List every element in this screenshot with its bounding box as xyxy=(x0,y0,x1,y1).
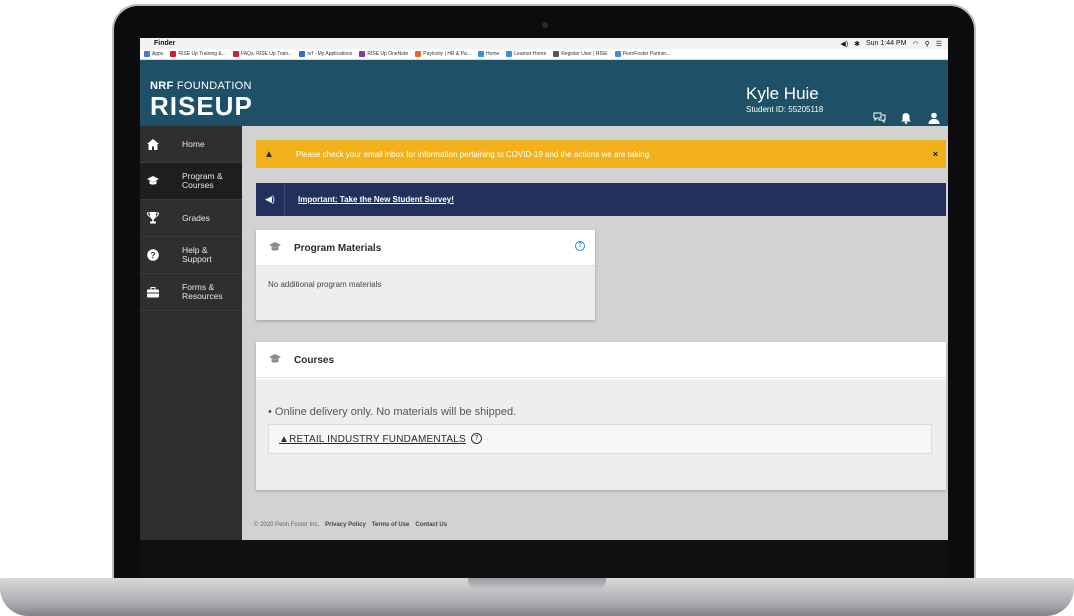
bookmark-favicon-icon xyxy=(170,51,177,57)
course-link[interactable]: ▲RETAIL INDUSTRY FUNDAMENTALS xyxy=(279,434,466,445)
bookmark-item[interactable]: Register User | RISE xyxy=(553,51,608,57)
bookmark-label: FAQs: RISE Up Train... xyxy=(240,51,293,57)
user-name: Kyle Huie xyxy=(746,84,819,103)
bookmark-favicon-icon xyxy=(553,51,560,57)
graduation-cap-icon xyxy=(269,242,281,255)
card-body: No additional program materials xyxy=(256,266,595,320)
bell-icon[interactable] xyxy=(900,112,912,127)
divider xyxy=(284,183,285,216)
bookmark-label: RISE Up OneNote xyxy=(367,51,409,57)
card-header: Program Materials ? xyxy=(256,230,595,266)
question-icon: ? xyxy=(147,249,159,261)
bookmark-favicon-icon xyxy=(506,51,513,57)
student-id: Student ID: 55205118 xyxy=(746,105,824,114)
terms-of-use-link[interactable]: Terms of Use xyxy=(372,522,410,528)
bookmark-favicon-icon xyxy=(144,51,150,57)
help-icon[interactable]: ? xyxy=(575,241,585,251)
bookmark-label: PennFoster Partner... xyxy=(622,51,671,57)
bookmark-label: Paylocity | HR & Pa... xyxy=(423,51,471,57)
menubar-app-name[interactable]: Finder xyxy=(154,40,175,47)
courses-card: Courses • Online delivery only. No mater… xyxy=(256,342,946,490)
camera xyxy=(542,22,548,28)
screen: Finder ◀) ✱ Sun 1:44 PM ◠ ⚲ ☰ Apps RISE U… xyxy=(140,38,948,540)
bookmark-item[interactable]: Apps xyxy=(144,51,163,57)
bookmark-favicon-icon xyxy=(477,51,484,57)
sidebar-item-label: Home xyxy=(182,138,205,149)
sidebar-item-help-support[interactable]: ? Help & Support xyxy=(140,237,242,274)
volume-icon[interactable]: ◀) xyxy=(840,40,848,48)
menubar-clock[interactable]: Sun 1:44 PM xyxy=(866,40,906,47)
bookmark-item[interactable]: nrf - My Applications xyxy=(299,51,352,57)
chat-icon[interactable] xyxy=(873,112,886,126)
laptop-notch xyxy=(468,578,606,590)
bookmark-favicon-icon xyxy=(614,51,621,57)
sidebar-item-label: Help & Support xyxy=(182,245,212,264)
survey-alert: ◀) Important: Take the New Student Surve… xyxy=(256,183,946,216)
student-survey-link[interactable]: Important: Take the New Student Survey! xyxy=(298,195,454,204)
sidebar-item-forms-resources[interactable]: Forms & Resources xyxy=(140,274,242,311)
bookmark-favicon-icon xyxy=(299,51,306,57)
sidebar-item-grades[interactable]: Grades xyxy=(140,200,242,237)
card-title: Courses xyxy=(294,355,335,366)
card-title: Program Materials xyxy=(294,243,382,254)
bookmark-item[interactable]: Learner Home xyxy=(506,51,546,57)
delivery-note: • Online delivery only. No materials wil… xyxy=(268,406,517,418)
bookmark-item[interactable]: FAQs: RISE Up Train... xyxy=(232,51,293,57)
bookmark-item[interactable]: RISE Up OneNote xyxy=(359,51,408,57)
covid-alert-message: Please check your email inbox for inform… xyxy=(296,149,652,159)
bookmark-favicon-icon xyxy=(232,51,239,57)
covid-alert: ▲ Please check your email inbox for info… xyxy=(256,140,946,168)
bookmark-favicon-icon xyxy=(415,51,422,57)
close-icon[interactable]: × xyxy=(933,149,938,159)
warning-icon: ▲ xyxy=(264,148,274,160)
briefcase-icon xyxy=(147,286,159,298)
bookmark-label: Register User | RISE xyxy=(561,51,608,57)
program-materials-card: Program Materials ? No additional progra… xyxy=(256,230,595,320)
sidebar: Home Program & Courses Grades ? Help & S… xyxy=(140,126,242,540)
sidebar-item-home[interactable]: Home xyxy=(140,126,242,163)
trophy-icon xyxy=(147,212,159,224)
course-row[interactable]: ▲RETAIL INDUSTRY FUNDAMENTALS ? xyxy=(268,424,932,454)
svg-text:?: ? xyxy=(150,250,155,260)
footer: © 2020 Penn Foster Inc. Privacy Policy T… xyxy=(254,522,447,528)
bookmark-label: Apps xyxy=(152,51,164,57)
bookmarks-bar: Apps RISE Up Training &... FAQs: RISE Up T… xyxy=(140,49,948,60)
card-body: • Online delivery only. No materials wil… xyxy=(256,379,946,490)
menu-list-icon[interactable]: ☰ xyxy=(936,40,942,48)
wifi-icon[interactable]: ◠ xyxy=(912,40,918,48)
bookmark-label: Home xyxy=(485,51,500,57)
screen-bezel-bottom xyxy=(140,540,948,578)
sidebar-item-label: Forms & Resources xyxy=(182,282,223,301)
bookmark-item[interactable]: PennFoster Partner... xyxy=(614,51,671,57)
contact-us-link[interactable]: Contact Us xyxy=(415,522,447,528)
menubar-status: ◀) ✱ Sun 1:44 PM ◠ ⚲ ☰ xyxy=(840,40,942,48)
app-header: NRF FOUNDATION RISEUP Kyle Huie Student … xyxy=(140,60,948,126)
graduation-cap-icon xyxy=(147,175,159,187)
bookmark-favicon-icon xyxy=(359,51,366,57)
empty-materials-text: No additional program materials xyxy=(268,280,382,289)
bookmark-item[interactable]: RISE Up Training &... xyxy=(170,51,226,57)
sidebar-item-label: Grades xyxy=(182,212,210,223)
home-icon xyxy=(147,138,159,150)
bluetooth-icon[interactable]: ✱ xyxy=(854,40,860,48)
bookmark-label: Learner Home xyxy=(514,51,547,57)
user-icon[interactable] xyxy=(928,112,940,127)
bookmark-item[interactable]: Paylocity | HR & Pa... xyxy=(415,51,471,57)
help-icon[interactable]: ? xyxy=(471,433,482,444)
speaker-icon: ◀) xyxy=(265,194,275,204)
copyright: © 2020 Penn Foster Inc. xyxy=(254,522,320,528)
privacy-policy-link[interactable]: Privacy Policy xyxy=(325,522,366,528)
sidebar-item-program-courses[interactable]: Program & Courses xyxy=(140,163,242,200)
mac-menubar: Finder ◀) ✱ Sun 1:44 PM ◠ ⚲ ☰ xyxy=(140,38,948,49)
logo-riseup[interactable]: RISEUP xyxy=(150,91,253,122)
graduation-cap-icon xyxy=(269,354,281,367)
bookmark-item[interactable]: Home xyxy=(477,51,500,57)
card-header: Courses xyxy=(256,342,946,378)
main-content: ▲ Please check your email inbox for info… xyxy=(242,126,948,540)
spotlight-search-icon[interactable]: ⚲ xyxy=(925,40,930,48)
bookmark-label: nrf - My Applications xyxy=(307,51,353,57)
sidebar-item-label: Program & Courses xyxy=(182,171,223,190)
bookmark-label: RISE Up Training &... xyxy=(178,51,226,57)
